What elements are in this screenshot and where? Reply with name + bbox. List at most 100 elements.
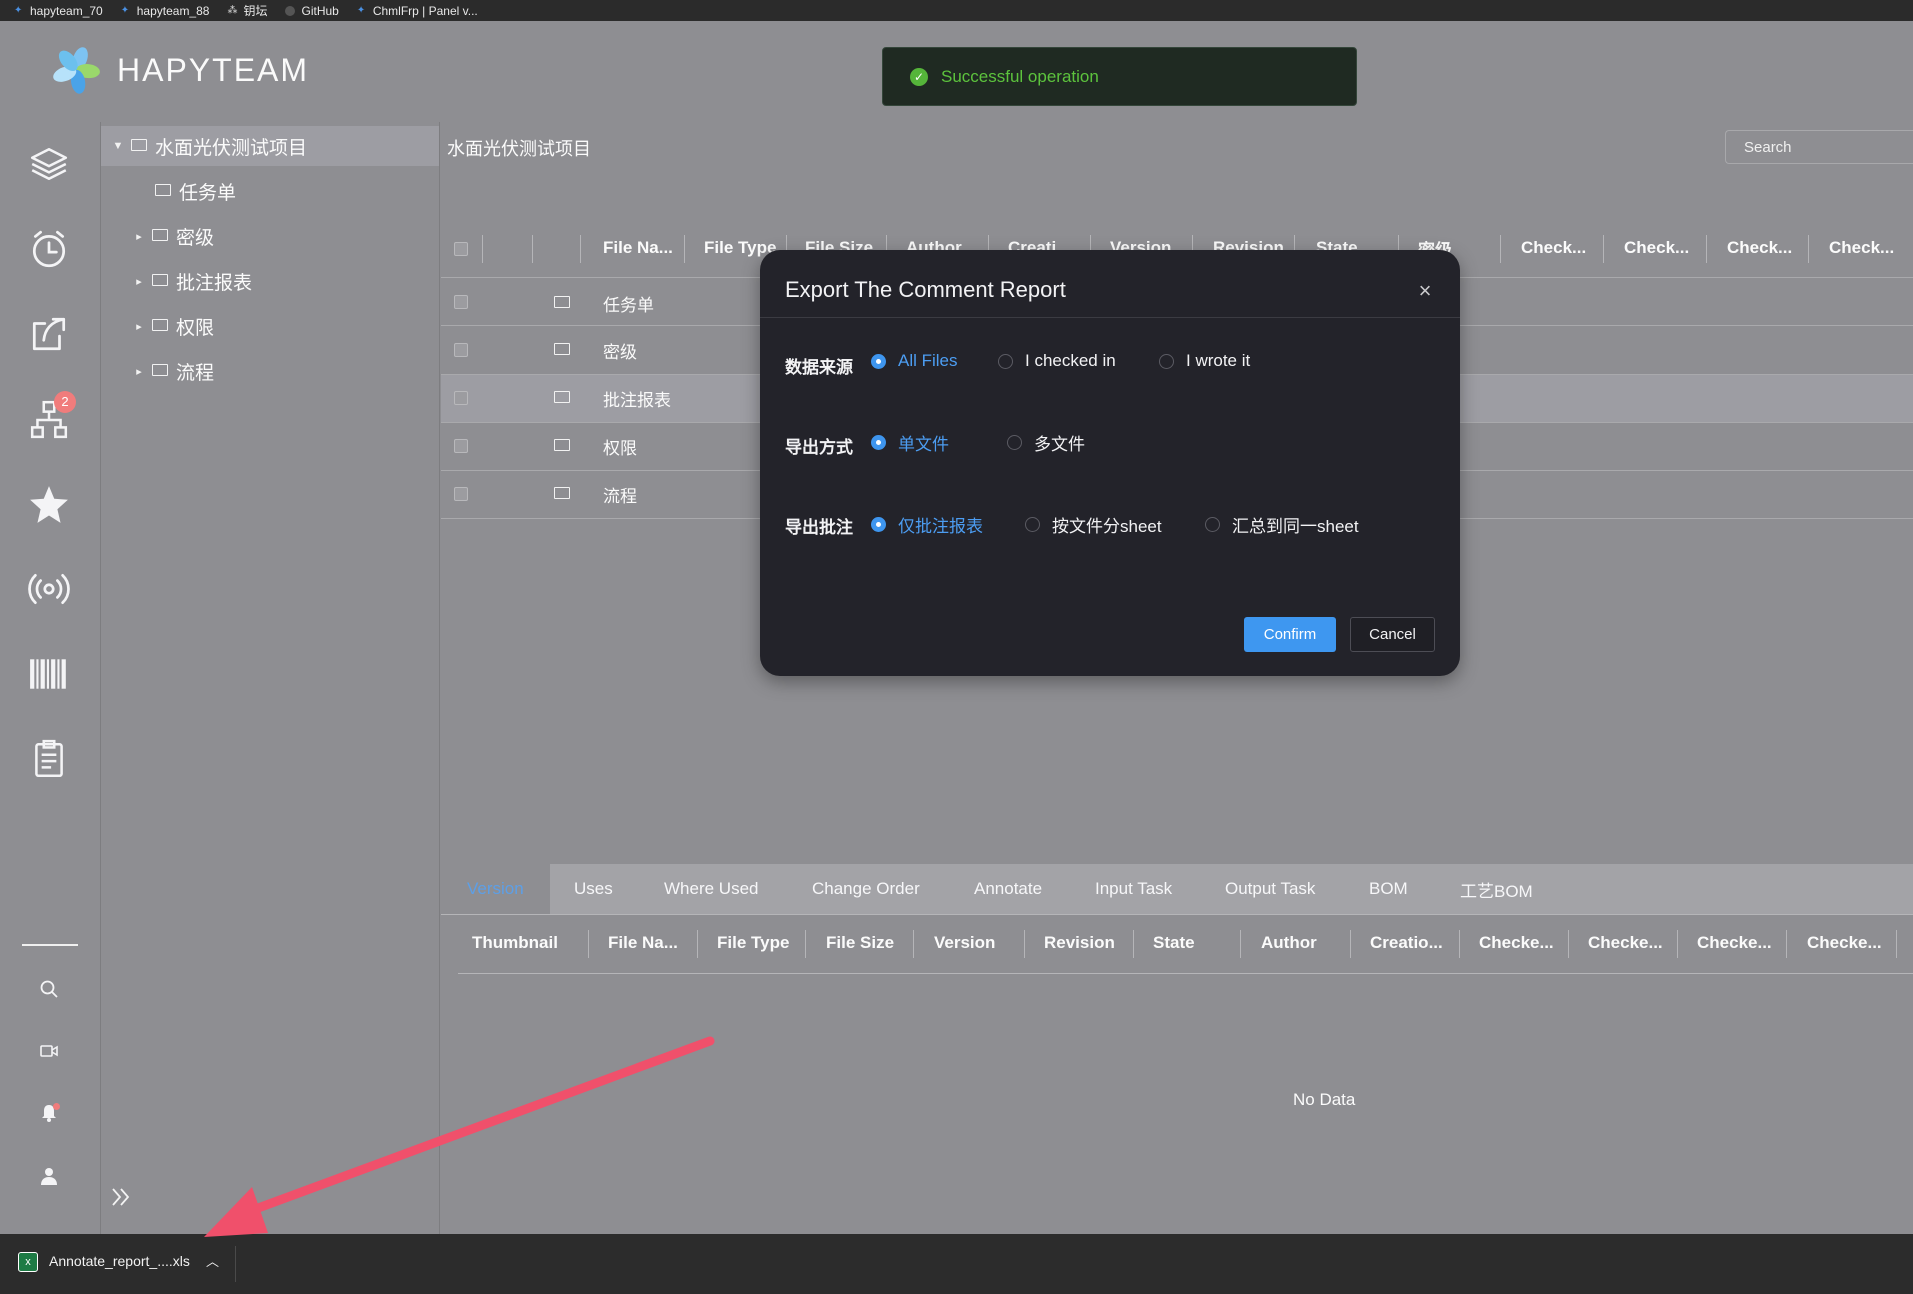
bcol-thumbnail[interactable]: Thumbnail: [472, 920, 558, 966]
folder-icon: [152, 229, 168, 241]
alarm-clock-icon[interactable]: [26, 226, 72, 272]
row-file-name[interactable]: 批注报表: [603, 386, 671, 411]
bcol-checked-1[interactable]: Checke...: [1479, 920, 1554, 966]
folder-icon: [554, 296, 570, 308]
tab-input-task[interactable]: Input Task: [1095, 864, 1172, 914]
cancel-button[interactable]: Cancel: [1350, 617, 1435, 652]
close-icon[interactable]: ×: [1412, 278, 1438, 304]
radio-icon: [1159, 353, 1174, 369]
radio-sheet-per-file[interactable]: 按文件分sheet: [1025, 512, 1162, 537]
folder-icon: [152, 319, 168, 331]
tree-node-annotation-report[interactable]: ▸ 批注报表: [132, 261, 252, 301]
row-checkbox[interactable]: [454, 391, 468, 405]
bcol-checked-2[interactable]: Checke...: [1588, 920, 1663, 966]
folder-icon: [155, 184, 171, 196]
tree-node-permissions[interactable]: ▸ 权限: [132, 306, 214, 346]
tab-annotate[interactable]: Annotate: [974, 864, 1042, 914]
check-circle-icon: ✓: [910, 67, 928, 86]
excel-file-icon: x: [18, 1252, 38, 1272]
bookmark-chmlfrp[interactable]: ✦ ChmlFrp | Panel v...: [357, 4, 478, 18]
video-icon[interactable]: [26, 1028, 72, 1074]
bcol-version[interactable]: Version: [934, 920, 995, 966]
tree-node-root[interactable]: ▼ 水面光伏测试项目: [101, 126, 439, 166]
bell-icon[interactable]: [26, 1090, 72, 1136]
radio-multi-file[interactable]: 多文件: [1007, 430, 1085, 455]
toast-message: Successful operation: [941, 66, 1099, 86]
caret-right-icon[interactable]: ▸: [132, 320, 146, 333]
dialog-header-divider: [760, 317, 1460, 318]
folder-icon: [554, 391, 570, 403]
row-checkbox[interactable]: [454, 487, 468, 501]
field-label-data-source: 数据来源: [785, 358, 853, 377]
notification-count-badge: 2: [54, 391, 76, 413]
bookmark-github[interactable]: GitHub: [285, 4, 339, 18]
bcol-creation[interactable]: Creatio...: [1370, 920, 1443, 966]
user-icon[interactable]: [26, 1153, 72, 1199]
row-file-name[interactable]: 权限: [603, 434, 637, 459]
caret-right-icon[interactable]: ▸: [132, 275, 146, 288]
tree-node-security-level[interactable]: ▸ 密级: [132, 216, 214, 256]
download-filename[interactable]: Annotate_report_....xls: [49, 1253, 190, 1269]
radio-icon: [1025, 517, 1040, 532]
row-file-name[interactable]: 流程: [603, 482, 637, 507]
tree-node-task-list[interactable]: 任务单: [155, 171, 236, 211]
bookmark-yaotan[interactable]: ⁂ 钥坛: [227, 2, 267, 19]
star-icon[interactable]: [26, 481, 72, 527]
success-toast: ✓ Successful operation: [882, 47, 1357, 106]
share-icon[interactable]: [26, 311, 72, 357]
col-checked-4[interactable]: Check...: [1829, 225, 1909, 271]
red-annotation-arrow-icon: [204, 1036, 715, 1237]
search-icon[interactable]: [26, 966, 72, 1012]
radio-annotation-report-only[interactable]: 仅批注报表: [871, 512, 983, 537]
radio-i-wrote-it[interactable]: I wrote it: [1159, 351, 1250, 371]
row-checkbox[interactable]: [454, 295, 468, 309]
tab-uses[interactable]: Uses: [574, 864, 613, 914]
tab-change-order[interactable]: Change Order: [812, 864, 920, 914]
col-checked-3[interactable]: Check...: [1727, 225, 1807, 271]
field-label-export-mode: 导出方式: [785, 438, 853, 457]
caret-right-icon[interactable]: ▸: [132, 365, 146, 378]
radio-i-checked-in[interactable]: I checked in: [998, 351, 1116, 371]
bcol-state[interactable]: State: [1153, 920, 1195, 966]
bcol-file-name[interactable]: File Na...: [608, 920, 678, 966]
bcol-file-size[interactable]: File Size: [826, 920, 894, 966]
caret-right-icon[interactable]: ▸: [132, 230, 146, 243]
bookmark-hapyteam-88[interactable]: ✦ hapyteam_88: [121, 4, 210, 18]
select-all-checkbox[interactable]: [454, 242, 468, 256]
bookmark-icon: ✦: [356, 4, 366, 16]
row-file-name[interactable]: 任务单: [603, 291, 654, 316]
broadcast-icon[interactable]: [26, 566, 72, 612]
bcol-revision[interactable]: Revision: [1044, 920, 1115, 966]
radio-single-file[interactable]: 单文件: [871, 430, 949, 455]
radio-single-sheet[interactable]: 汇总到同一sheet: [1205, 512, 1359, 537]
radio-all-files[interactable]: All Files: [871, 351, 958, 371]
tab-where-used[interactable]: Where Used: [664, 864, 758, 914]
tab-process-bom[interactable]: 工艺BOM: [1460, 864, 1533, 914]
radio-selected-icon: [871, 517, 886, 532]
bcol-checked-4[interactable]: Checke...: [1807, 920, 1882, 966]
tab-output-task[interactable]: Output Task: [1225, 864, 1315, 914]
clipboard-icon[interactable]: [26, 736, 72, 782]
bcol-checked-3[interactable]: Checke...: [1697, 920, 1772, 966]
bookmark-hapyteam-70[interactable]: ✦ hapyteam_70: [14, 4, 103, 18]
row-checkbox[interactable]: [454, 439, 468, 453]
search-input[interactable]: [1725, 130, 1913, 164]
field-label-export-annotation: 导出批注: [785, 518, 853, 537]
bcol-author[interactable]: Author: [1261, 920, 1317, 966]
layers-icon[interactable]: [26, 141, 72, 187]
hapyteam-logo-icon: [53, 47, 100, 94]
bcol-file-type[interactable]: File Type: [717, 920, 789, 966]
tree-node-workflow[interactable]: ▸ 流程: [132, 351, 214, 391]
row-checkbox[interactable]: [454, 343, 468, 357]
caret-down-icon[interactable]: ▼: [111, 140, 125, 152]
confirm-button[interactable]: Confirm: [1244, 617, 1336, 652]
tab-version[interactable]: Version: [441, 864, 550, 914]
bookmark-icon: ⁂: [227, 4, 238, 16]
col-checked-1[interactable]: Check...: [1521, 225, 1601, 271]
tab-bom[interactable]: BOM: [1369, 864, 1408, 914]
col-checked-2[interactable]: Check...: [1624, 225, 1704, 271]
collapse-sidebar-icon[interactable]: [108, 1184, 134, 1210]
col-file-name[interactable]: File Na...: [603, 225, 683, 271]
barcode-icon[interactable]: [26, 651, 72, 697]
row-file-name[interactable]: 密级: [603, 338, 637, 363]
